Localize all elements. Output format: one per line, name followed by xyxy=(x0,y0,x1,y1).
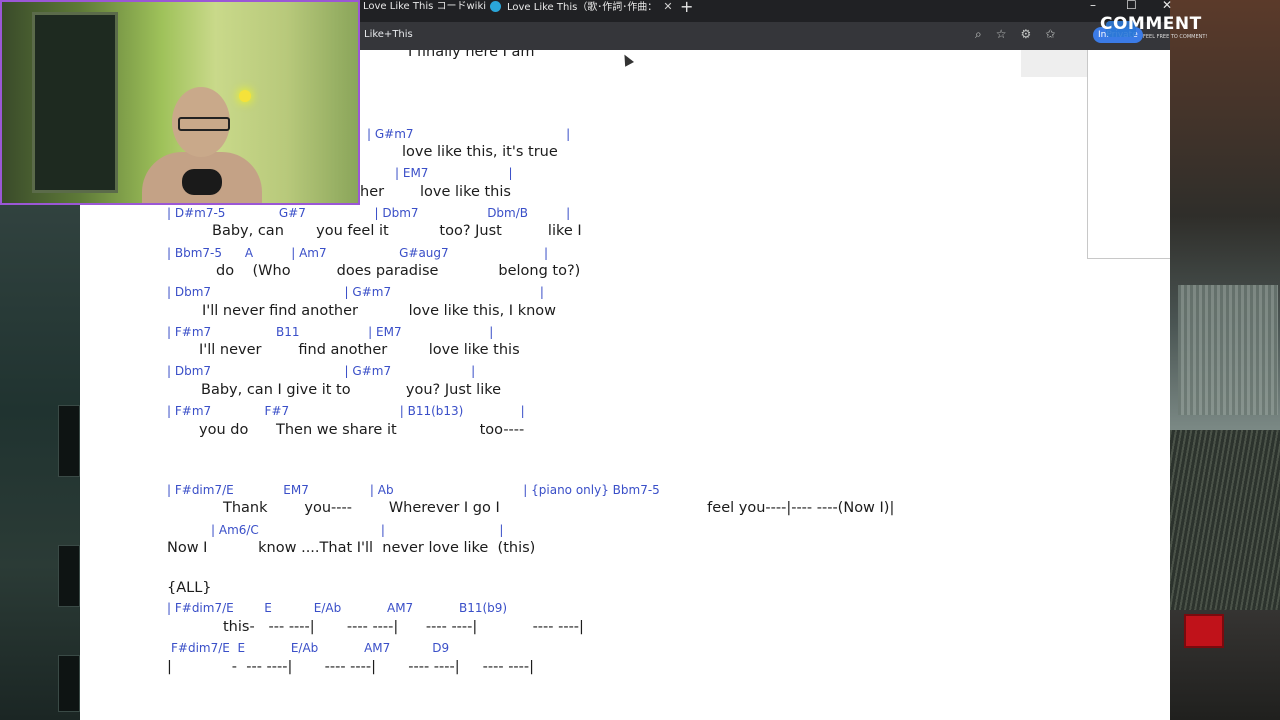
new-tab-icon[interactable]: + xyxy=(680,0,693,16)
background-block xyxy=(58,655,80,712)
lyric-line: I'll never find another love like this, … xyxy=(202,303,557,319)
tab-label: Love Like This コードwiki xyxy=(363,1,487,12)
lyric-line: her xyxy=(360,184,385,200)
side-frame xyxy=(1087,50,1170,259)
lyric-line: this- --- ----| ---- ----| ---- ----| --… xyxy=(223,619,584,635)
url-text[interactable]: Like+This xyxy=(364,29,413,40)
lyric-line: Baby, can I give it to you? Just like xyxy=(201,382,502,398)
lyric-line: you do Then we share it too---- xyxy=(199,422,525,438)
extension-icon[interactable]: ⚙ xyxy=(1021,27,1032,41)
background-grass xyxy=(1170,430,1280,610)
tab-chord-wiki[interactable]: Love Like This コードwiki xyxy=(363,0,486,22)
close-window-icon[interactable]: ✕ xyxy=(1162,0,1172,12)
background-block xyxy=(58,405,80,477)
tab-label: Love Like This（歌･作詞･作曲： xyxy=(507,2,658,13)
favorites-icon[interactable]: ✩ xyxy=(1045,27,1055,41)
webcam-door xyxy=(32,12,118,193)
game-background-left xyxy=(0,205,80,720)
chord-line: | Dbm7 | G#m7 | xyxy=(167,364,476,378)
tab-song-lyrics[interactable]: Love Like This（歌･作詞･作曲： ✕ xyxy=(490,0,673,22)
address-bar: Like+This ⌕☆⚙✩ InPrivate xyxy=(360,22,1170,50)
zoom-icon[interactable]: ⌕ xyxy=(975,27,982,41)
chord-line: | F#dim7/E EM7 | Ab | {piano only} Bbm7-… xyxy=(167,483,660,497)
lyric-line: Now I know ....That I'll never love like… xyxy=(167,540,536,556)
toolbar-icons: ⌕ ☆ ⚙ ✩ xyxy=(975,27,1069,42)
close-tab-icon[interactable]: ✕ xyxy=(663,0,672,13)
minimize-icon[interactable]: – xyxy=(1090,0,1096,12)
site-favicon-icon xyxy=(490,1,501,12)
lyric-line: Thank you---- Wherever I go I feel you--… xyxy=(223,500,895,516)
chord-line: | Dbm7 | G#m7 | xyxy=(167,285,544,299)
background-panel xyxy=(1178,285,1278,415)
chord-line: | D#m7-5 G#7 | Dbm7 Dbm/B | xyxy=(167,206,571,220)
lyric-line-partial: I finally here I am xyxy=(408,50,535,60)
chord-line: | F#m7 F#7 | B11(b13) | xyxy=(167,404,525,418)
lyric-line: I'll never find another love like this xyxy=(199,342,520,358)
game-background-right xyxy=(1170,0,1280,720)
chord-line: | F#m7 B11 | EM7 | xyxy=(167,325,494,339)
chord-line: | Am6/C | | xyxy=(211,523,504,537)
lyric-line: Baby, can you feel it too? Just like I xyxy=(212,223,582,239)
lyric-line: love like this, it's true xyxy=(402,144,558,160)
section-label: {ALL} xyxy=(167,580,212,596)
lyric-line: do (Who does paradise belong to?) xyxy=(216,263,581,279)
streamer-glasses xyxy=(178,117,230,131)
chord-line: F#dim7/E E E/Ab AM7 D9 xyxy=(171,641,450,655)
chord-line: | F#dim7/E E E/Ab AM7 B11(b9) xyxy=(167,601,508,615)
chord-line: | EM7 | xyxy=(395,166,513,180)
maximize-icon[interactable]: ☐ xyxy=(1126,0,1137,12)
microphone xyxy=(182,169,222,195)
chord-line: | Bbm7-5 A | Am7 G#aug7 | xyxy=(167,246,549,260)
background-red-marker xyxy=(1184,614,1224,648)
comment-overlay-tagline: FEEL FREE TO COMMENT! xyxy=(1143,34,1208,40)
comment-overlay-logo: COMMENT xyxy=(1100,14,1202,34)
webcam-streamer xyxy=(142,87,262,203)
background-block xyxy=(58,545,80,607)
lyric-line: | - --- ----| ---- ----| ---- ----| ----… xyxy=(167,659,535,675)
webcam-overlay xyxy=(0,0,360,205)
chord-line: | G#m7 | xyxy=(367,127,571,141)
lyric-line: love like this xyxy=(420,184,511,200)
browser-tab-bar: Love Like This コードwiki Love Like This（歌･… xyxy=(360,0,1170,22)
favorite-star-icon[interactable]: ☆ xyxy=(996,27,1007,41)
